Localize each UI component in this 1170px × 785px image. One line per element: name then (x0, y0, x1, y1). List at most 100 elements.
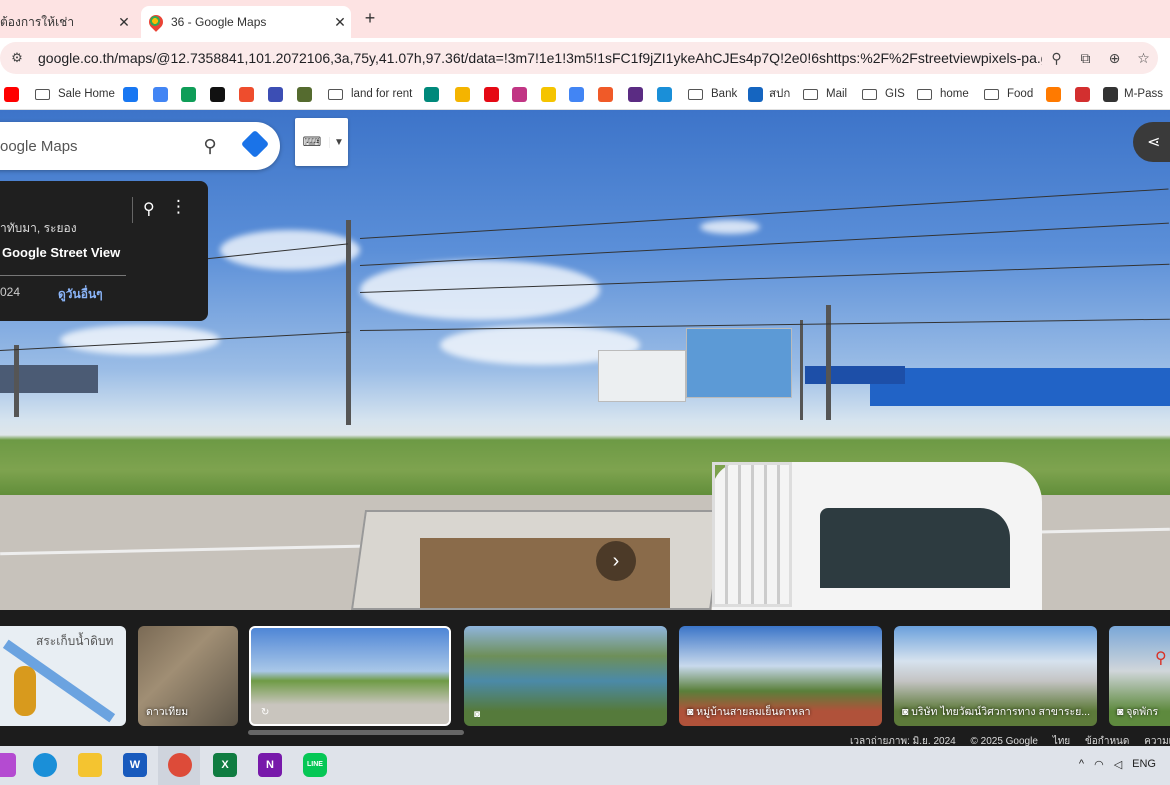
tab-google-maps[interactable]: 36 - Google Maps ✕ (141, 6, 351, 38)
translate-icon (569, 86, 584, 102)
photo-thumbnail[interactable]: ⚲ ◙ จุดพักร (1109, 626, 1170, 726)
bookmark-item[interactable]: Sale Home (35, 83, 115, 105)
orange-icon (1046, 86, 1061, 102)
bookmarks-bar: Sale Home land for rent Bank สปก Mail GIS home… (0, 78, 1170, 110)
search-icon[interactable]: ⚲ (190, 136, 230, 157)
address-bar[interactable]: ⚙ google.co.th/maps/@12.7358841,101.2072… (0, 42, 1158, 74)
location-address: าทับมา, ระยอง (0, 221, 77, 235)
search-input[interactable]: oogle Maps (0, 138, 190, 155)
install-icon[interactable]: ⧉ (1071, 50, 1100, 67)
bookmark-item[interactable] (297, 83, 318, 105)
tab-rent[interactable]: ต้องการให้เช่า ✕ (0, 6, 135, 38)
red-logo-icon (1075, 86, 1090, 102)
keyboard-input-button[interactable]: ⌨ ▼ (295, 118, 348, 166)
share-button[interactable]: ⋖ (1133, 122, 1170, 162)
line-icon[interactable]: LINE (303, 753, 327, 777)
zoom-icon[interactable]: ⊕ (1100, 50, 1129, 67)
show-hidden-icons[interactable]: ^ (1079, 758, 1084, 771)
bookmark-item[interactable]: Food (984, 83, 1033, 105)
capture-year: 024 (0, 285, 21, 299)
instagram-icon (512, 86, 527, 102)
word-icon[interactable]: W (123, 753, 147, 777)
edge-icon (657, 86, 672, 102)
navigate-forward-arrow[interactable]: › (596, 541, 636, 581)
bookmark-label: Sale Home (58, 88, 115, 100)
app-icon (268, 86, 283, 102)
bookmark-item[interactable] (541, 83, 562, 105)
bookmark-item[interactable] (239, 83, 260, 105)
bookmark-star-icon[interactable]: ☆ (1129, 50, 1158, 67)
bookmark-item[interactable]: สปก (748, 83, 790, 105)
bookmark-item[interactable] (268, 83, 289, 105)
tab-google-maps-label: 36 - Google Maps (171, 15, 267, 29)
street-view-thumbnail[interactable]: ↻ (249, 626, 451, 726)
bookmark-item[interactable]: home (917, 83, 969, 105)
bookmark-item[interactable] (484, 83, 505, 105)
satellite-thumbnail[interactable]: ดาวเทียม (138, 626, 238, 726)
bookmark-item[interactable] (598, 83, 619, 105)
location-pin-icon[interactable]: ⚲ (143, 199, 155, 219)
bookmark-item[interactable]: Mail (803, 83, 847, 105)
meet-icon (424, 86, 439, 102)
bookmark-item[interactable] (512, 83, 533, 105)
bookmark-item[interactable] (123, 83, 144, 105)
bookmark-label: M-Pass (1124, 88, 1163, 100)
directions-icon[interactable] (230, 129, 280, 159)
search-box[interactable]: oogle Maps ⚲ (0, 122, 280, 170)
bookmark-item[interactable] (657, 83, 678, 105)
bookmark-item[interactable] (181, 83, 202, 105)
volume-icon[interactable]: ◁ (1114, 758, 1122, 771)
file-explorer-icon[interactable] (78, 753, 102, 777)
edge-icon[interactable] (33, 753, 57, 777)
chevron-down-icon[interactable]: ▼ (329, 136, 348, 148)
bookmark-item[interactable]: land for rent (328, 83, 412, 105)
photo-thumbnail[interactable]: ◙ หมู่บ้านสายลมเย็นตาหลา (679, 626, 882, 726)
photo-caption-text: จุดพักร (1126, 706, 1159, 718)
excel-icon[interactable]: X (213, 753, 237, 777)
url-text[interactable]: google.co.th/maps/@12.7358841,101.207210… (30, 50, 1042, 66)
photo-thumbnail[interactable]: ◙ (464, 626, 667, 726)
more-options-icon[interactable]: ⋮ (170, 197, 187, 217)
onenote-icon[interactable]: N (258, 753, 282, 777)
bookmark-label: Mail (826, 88, 848, 100)
address-row: ⚙ google.co.th/maps/@12.7358841,101.2072… (0, 38, 1170, 78)
system-tray: ^ ◠ ◁ ENG (1079, 758, 1156, 771)
billboard (686, 328, 792, 398)
location-icon[interactable]: ⚲ (1042, 50, 1071, 67)
bookmark-label: สปก (769, 88, 791, 100)
photo-thumbnail[interactable]: ◙ บริษัท ไทยวัฒน์วิศวการทาง สาขาระย... (894, 626, 1097, 726)
photo-caption-text: หมู่บ้านสายลมเย็นตาหลา (696, 706, 811, 718)
bookmark-item[interactable] (424, 83, 445, 105)
bookmark-item[interactable] (455, 83, 476, 105)
filmstrip-scrollbar[interactable] (248, 730, 464, 735)
wifi-icon[interactable]: ◠ (1094, 758, 1104, 771)
utility-pole (826, 305, 831, 420)
close-tab-icon[interactable]: ✕ (113, 14, 135, 31)
bookmark-item[interactable] (153, 83, 174, 105)
seal-icon (748, 86, 763, 102)
bookmark-item[interactable]: GIS (862, 83, 905, 105)
bookmark-item[interactable] (4, 83, 25, 105)
drive-icon (181, 86, 196, 102)
cloud (700, 220, 760, 234)
map-thumbnail[interactable]: สระเก็บน้ำดิบท (0, 626, 126, 726)
camera-icon: ◙ (474, 709, 481, 720)
bookmark-item[interactable]: M-Pass (1103, 83, 1163, 105)
input-language[interactable]: ENG (1132, 758, 1156, 771)
share-icon: ⋖ (1147, 134, 1161, 151)
photo-icon (628, 86, 643, 102)
photo-filmstrip: สระเก็บน้ำดิบท ดาวเทียม ↻ ◙ ◙ หมู่บ้านสา… (0, 610, 1170, 747)
new-tab-button[interactable]: + (360, 8, 380, 29)
bookmark-item[interactable]: Bank (688, 83, 737, 105)
site-settings-icon[interactable]: ⚙ (4, 50, 30, 66)
chrome-icon[interactable] (168, 753, 192, 777)
bookmark-item[interactable] (210, 83, 231, 105)
bookmark-item[interactable] (1075, 83, 1096, 105)
see-other-dates-link[interactable]: ดูวันอื่นๆ (58, 285, 103, 304)
bookmark-item[interactable] (1046, 83, 1067, 105)
bookmark-item[interactable] (569, 83, 590, 105)
copilot-icon[interactable] (0, 753, 16, 777)
bookmark-item[interactable] (628, 83, 649, 105)
close-tab-icon[interactable]: ✕ (329, 14, 351, 31)
youtube-icon (4, 86, 19, 102)
